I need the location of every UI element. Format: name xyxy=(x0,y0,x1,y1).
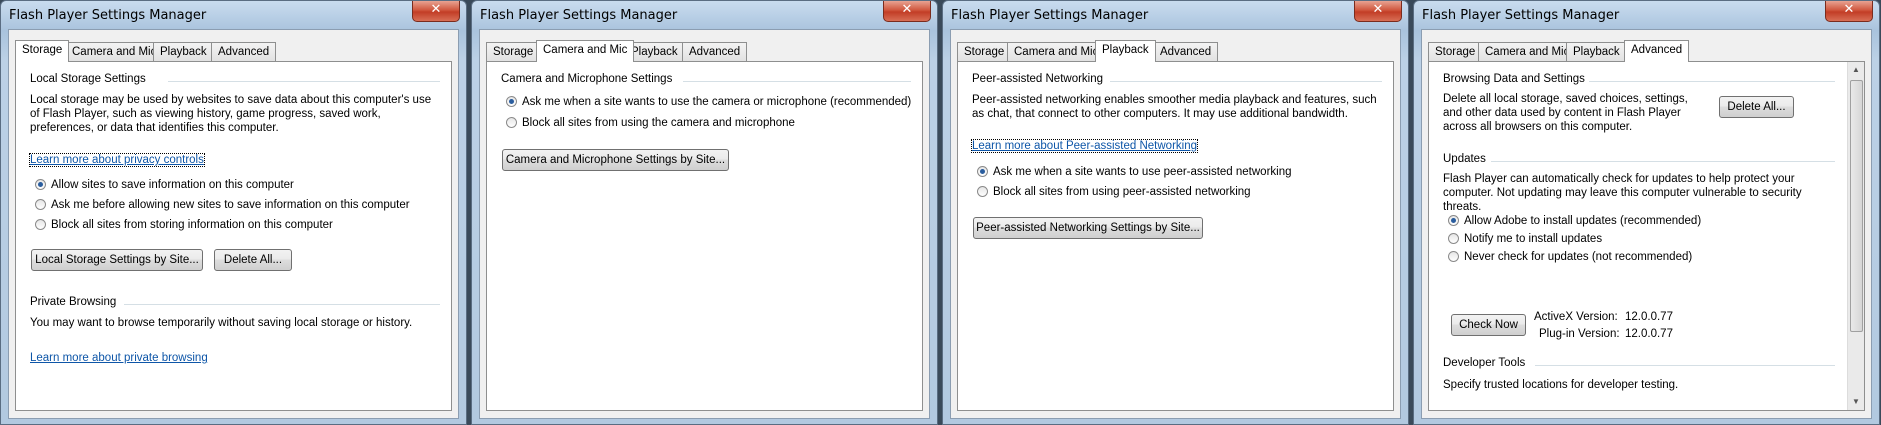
section-divider xyxy=(683,81,911,82)
tab-panel-camera: Camera and Microphone Settings Ask me wh… xyxy=(486,61,923,411)
tab-storage[interactable]: Storage xyxy=(957,42,1012,61)
scrollbar-thumb[interactable] xyxy=(1850,80,1863,332)
tab-advanced[interactable]: Advanced xyxy=(682,42,748,61)
peer-networking-description: Peer-assisted networking enables smoothe… xyxy=(972,94,1377,120)
tab-camera-and-mic[interactable]: Camera and Mic xyxy=(1007,42,1106,61)
radio-ask-peer-networking[interactable]: Ask me when a site wants to use peer-ass… xyxy=(977,166,1292,182)
section-title-browsing-data: Browsing Data and Settings xyxy=(1443,73,1585,85)
radio-dot xyxy=(1448,233,1459,244)
radio-ask-before-save[interactable]: Ask me before allowing new sites to save… xyxy=(35,199,410,215)
camera-mic-by-site-button[interactable]: Camera and Microphone Settings by Site..… xyxy=(502,149,729,171)
tab-camera-and-mic[interactable]: Camera and Mic xyxy=(536,40,635,62)
local-storage-description: Local storage may be used by websites to… xyxy=(30,94,432,134)
activex-version-value: 12.0.0.77 xyxy=(1625,311,1673,323)
delete-all-button[interactable]: Delete All... xyxy=(1719,96,1794,118)
peer-networking-by-site-button[interactable]: Peer-assisted Networking Settings by Sit… xyxy=(973,217,1203,239)
radio-dot xyxy=(977,186,988,197)
tab-panel-storage: Local Storage Settings Local storage may… xyxy=(15,61,452,411)
tab-storage[interactable]: Storage xyxy=(15,40,70,62)
radio-never-check-updates[interactable]: Never check for updates (not recommended… xyxy=(1448,251,1692,267)
settings-window-advanced: Flash Player Settings Manager ✕ Storage … xyxy=(1413,0,1880,425)
radio-dot xyxy=(1448,251,1459,262)
radio-block-storage[interactable]: Block all sites from storing information… xyxy=(35,219,333,235)
window-title: Flash Player Settings Manager xyxy=(951,8,1149,23)
window-title: Flash Player Settings Manager xyxy=(1422,8,1620,23)
radio-dot xyxy=(506,117,517,128)
plugin-version-label: Plug-in Version: xyxy=(1539,328,1620,340)
window-client: Storage Camera and Mic Playback Advanced… xyxy=(479,29,930,419)
section-title-local-storage: Local Storage Settings xyxy=(30,73,146,85)
radio-dot xyxy=(35,219,46,230)
radio-block-camera-mic[interactable]: Block all sites from using the camera an… xyxy=(506,117,795,133)
window-client: Storage Camera and Mic Playback Advanced… xyxy=(8,29,459,419)
tab-camera-and-mic[interactable]: Camera and Mic xyxy=(1478,42,1577,61)
radio-ask-camera-mic[interactable]: Ask me when a site wants to use the came… xyxy=(506,96,911,112)
section-divider xyxy=(1110,81,1382,82)
section-title-private-browsing: Private Browsing xyxy=(30,296,117,308)
radio-notify-updates[interactable]: Notify me to install updates xyxy=(1448,233,1602,249)
window-title: Flash Player Settings Manager xyxy=(480,8,678,23)
plugin-version-value: 12.0.0.77 xyxy=(1625,328,1673,340)
close-button[interactable]: ✕ xyxy=(1354,1,1402,22)
radio-dot-selected xyxy=(977,166,988,177)
radio-allow-updates[interactable]: Allow Adobe to install updates (recommen… xyxy=(1448,215,1701,231)
radio-dot xyxy=(35,199,46,210)
tab-storage[interactable]: Storage xyxy=(486,42,541,61)
section-title-camera-mic: Camera and Microphone Settings xyxy=(501,73,673,85)
updates-description: Flash Player can automatically check for… xyxy=(1443,173,1802,213)
settings-window-playback: Flash Player Settings Manager ✕ Storage … xyxy=(942,0,1409,425)
tab-playback[interactable]: Playback xyxy=(1095,40,1156,62)
tab-camera-and-mic[interactable]: Camera and Mic xyxy=(65,42,164,61)
title-bar[interactable]: Flash Player Settings Manager ✕ xyxy=(1414,1,1879,29)
scroll-up-arrow-icon[interactable]: ▲ xyxy=(1848,62,1864,78)
section-divider xyxy=(1589,81,1835,82)
tab-playback[interactable]: Playback xyxy=(1566,42,1627,61)
close-button[interactable]: ✕ xyxy=(412,1,460,22)
section-title-updates: Updates xyxy=(1443,153,1486,165)
title-bar[interactable]: Flash Player Settings Manager ✕ xyxy=(1,1,466,29)
scroll-down-arrow-icon[interactable]: ▼ xyxy=(1848,394,1864,410)
settings-window-camera: Flash Player Settings Manager ✕ Storage … xyxy=(471,0,938,425)
tab-panel-playback: Peer-assisted Networking Peer-assisted n… xyxy=(957,61,1394,411)
title-bar[interactable]: Flash Player Settings Manager ✕ xyxy=(943,1,1408,29)
peer-networking-link[interactable]: Learn more about Peer-assisted Networkin… xyxy=(970,139,1199,153)
check-now-button[interactable]: Check Now xyxy=(1451,314,1526,336)
tab-panel-advanced: Browsing Data and Settings Delete all lo… xyxy=(1428,61,1865,411)
browsing-data-description: Delete all local storage, saved choices,… xyxy=(1443,93,1688,133)
close-button[interactable]: ✕ xyxy=(1825,1,1873,22)
local-storage-by-site-button[interactable]: Local Storage Settings by Site... xyxy=(31,249,203,271)
close-button[interactable]: ✕ xyxy=(883,1,931,22)
tab-playback[interactable]: Playback xyxy=(153,42,214,61)
section-divider xyxy=(124,304,440,305)
section-divider xyxy=(1535,365,1835,366)
radio-dot-selected xyxy=(506,96,517,107)
section-title-developer-tools: Developer Tools xyxy=(1443,357,1526,369)
window-client: Storage Camera and Mic Playback Advanced… xyxy=(950,29,1401,419)
private-browsing-description: You may want to browse temporarily witho… xyxy=(30,317,413,329)
radio-dot-selected xyxy=(35,179,46,190)
privacy-controls-link[interactable]: Learn more about privacy controls xyxy=(29,153,205,167)
private-browsing-link[interactable]: Learn more about private browsing xyxy=(30,352,208,364)
tab-advanced[interactable]: Advanced xyxy=(1624,40,1690,62)
tab-advanced[interactable]: Advanced xyxy=(211,42,277,61)
section-title-peer-networking: Peer-assisted Networking xyxy=(972,73,1104,85)
title-bar[interactable]: Flash Player Settings Manager ✕ xyxy=(472,1,937,29)
delete-all-button[interactable]: Delete All... xyxy=(214,249,292,271)
tab-storage[interactable]: Storage xyxy=(1428,42,1483,61)
window-title: Flash Player Settings Manager xyxy=(9,8,207,23)
section-divider xyxy=(1491,161,1835,162)
radio-dot-selected xyxy=(1448,215,1459,226)
developer-tools-description: Specify trusted locations for developer … xyxy=(1443,379,1679,391)
activex-version-label: ActiveX Version: xyxy=(1534,311,1618,323)
tab-advanced[interactable]: Advanced xyxy=(1153,42,1219,61)
radio-block-peer-networking[interactable]: Block all sites from using peer-assisted… xyxy=(977,186,1251,202)
vertical-scrollbar[interactable]: ▲ ▼ xyxy=(1847,62,1864,410)
radio-allow-save[interactable]: Allow sites to save information on this … xyxy=(35,179,294,195)
section-divider xyxy=(168,81,440,82)
window-client: Storage Camera and Mic Playback Advanced… xyxy=(1421,29,1872,419)
settings-window-storage: Flash Player Settings Manager ✕ Storage … xyxy=(0,0,467,425)
